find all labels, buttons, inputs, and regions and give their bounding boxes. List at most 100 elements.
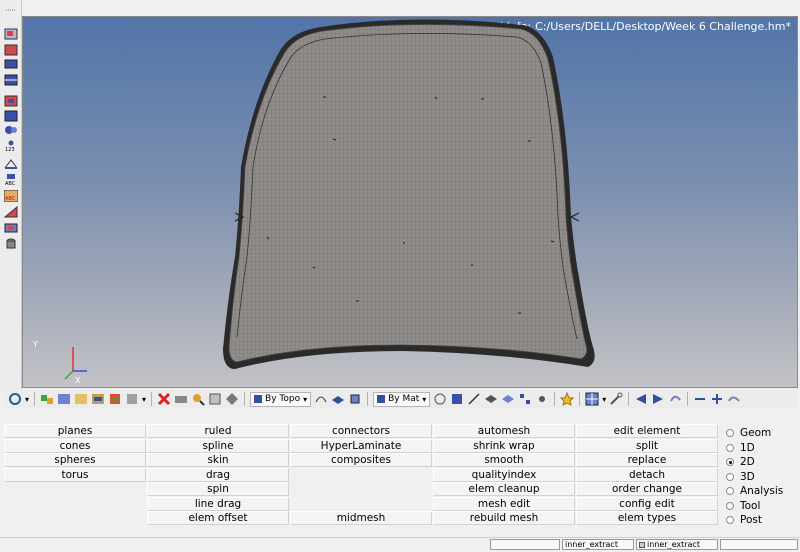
mesh-edit-button[interactable]: mesh edit <box>433 496 575 511</box>
materials-icon[interactable] <box>74 392 88 406</box>
torus-button[interactable]: torus <box>4 467 146 482</box>
zoom-in-icon[interactable] <box>710 392 724 406</box>
hyperlaminate-button[interactable]: HyperLaminate <box>290 438 432 453</box>
color-by-mat-dropdown[interactable]: By Mat ▾ <box>373 391 431 407</box>
graphics-options-icon[interactable] <box>4 124 18 136</box>
rotate-options-dropdown[interactable]: ▾ <box>25 392 29 407</box>
radio-button-icon[interactable] <box>726 472 734 481</box>
comp-label-icon[interactable]: ABC <box>4 190 18 202</box>
system-collectors-icon[interactable] <box>125 392 139 406</box>
rotate-view-icon[interactable] <box>8 392 22 406</box>
shaded-geometry-icon[interactable] <box>331 392 345 406</box>
replace-button[interactable]: replace <box>576 453 718 467</box>
shaded-elements-icon[interactable] <box>450 392 464 406</box>
panel-empty-slot <box>290 468 432 482</box>
connectors-button[interactable]: connectors <box>290 424 432 438</box>
clip-plane-icon[interactable] <box>4 206 18 218</box>
composites-button[interactable]: composites <box>290 453 432 467</box>
ruled-button[interactable]: ruled <box>147 424 289 438</box>
spin-button[interactable]: spin <box>147 482 289 496</box>
previous-view-icon[interactable] <box>634 392 648 406</box>
page-radio-tool[interactable]: Tool <box>726 499 800 514</box>
radio-button-icon[interactable] <box>726 458 734 467</box>
detach-button[interactable]: detach <box>576 467 718 482</box>
hood-mesh-model[interactable] <box>23 17 798 388</box>
view-plane-icon[interactable] <box>4 44 18 56</box>
properties-icon[interactable] <box>91 392 105 406</box>
automesh-button[interactable]: automesh <box>433 424 575 438</box>
page-radio-1d[interactable]: 1D <box>726 441 800 456</box>
midmesh-button[interactable]: midmesh <box>290 511 432 525</box>
section-cut-icon[interactable] <box>4 222 18 234</box>
feature-lines-icon[interactable] <box>484 392 498 406</box>
elem-offset-button[interactable]: elem offset <box>147 511 289 525</box>
color-by-topo-dropdown[interactable]: By Topo ▾ <box>250 391 312 407</box>
geometry-display-icon[interactable] <box>314 392 328 406</box>
favorites-star-icon[interactable] <box>560 392 575 406</box>
mask-icon[interactable] <box>174 392 188 406</box>
wireframe-icon[interactable] <box>433 392 447 406</box>
grid-layout-icon[interactable] <box>585 392 599 406</box>
view-side-icon[interactable] <box>4 58 18 70</box>
cylinder-icon[interactable] <box>4 238 18 250</box>
split-button[interactable]: split <box>576 438 718 453</box>
reverse-icon[interactable] <box>208 392 222 406</box>
elem-types-button[interactable]: elem types <box>576 511 718 525</box>
order-change-button[interactable]: order change <box>576 482 718 496</box>
svg-text:ABC: ABC <box>5 196 16 202</box>
planes-button[interactable]: planes <box>4 424 146 438</box>
collectors-dropdown[interactable]: ▾ <box>142 392 146 407</box>
cones-button[interactable]: cones <box>4 438 146 453</box>
spheres-button[interactable]: spheres <box>4 453 146 467</box>
page-radio-post[interactable]: Post <box>726 513 800 528</box>
redo-view-icon[interactable] <box>727 392 741 406</box>
graphics-viewport[interactable]: Model Info:C:/Users/DELL/Desktop/Week 6 … <box>22 16 798 388</box>
qualityindex-button[interactable]: qualityindex <box>433 467 575 482</box>
zoom-out-icon[interactable] <box>693 392 707 406</box>
next-view-icon[interactable] <box>651 392 665 406</box>
config-edit-button[interactable]: config edit <box>576 496 718 511</box>
solid-geometry-icon[interactable] <box>348 392 362 406</box>
radio-button-icon[interactable] <box>726 443 734 452</box>
toolbar-separator <box>687 392 689 406</box>
element-handles-icon[interactable] <box>518 392 532 406</box>
node-display-icon[interactable] <box>535 392 549 406</box>
numbers-icon[interactable]: 123 <box>4 140 18 152</box>
page-radio-analysis[interactable]: Analysis <box>726 484 800 499</box>
page-radio-3d[interactable]: 3D <box>726 470 800 485</box>
view-bottom-icon[interactable] <box>4 110 18 122</box>
page-radio-geom[interactable]: Geom <box>726 426 800 441</box>
delete-icon[interactable] <box>157 392 171 406</box>
element-edges-icon[interactable] <box>467 392 481 406</box>
radio-button-icon[interactable] <box>726 516 734 525</box>
assemblies-icon[interactable] <box>57 392 71 406</box>
edit-element-button[interactable]: edit element <box>576 424 718 438</box>
view-cube-icon[interactable] <box>4 28 18 40</box>
page-radio-2d[interactable]: 2D <box>726 455 800 470</box>
view-iso-icon[interactable] <box>4 95 18 107</box>
elem-cleanup-button[interactable]: elem cleanup <box>433 482 575 496</box>
measure-icon[interactable] <box>4 158 18 170</box>
drag-button[interactable]: drag <box>147 467 289 482</box>
find-icon[interactable] <box>191 392 205 406</box>
wrench-icon[interactable] <box>609 392 623 406</box>
view-front-icon[interactable] <box>4 74 18 86</box>
display-all-icon[interactable] <box>225 392 239 406</box>
label-abc-icon[interactable]: ABC <box>4 174 18 186</box>
skin-button[interactable]: skin <box>147 453 289 467</box>
rebuild-mesh-button[interactable]: rebuild mesh <box>433 511 575 525</box>
layout-dropdown[interactable]: ▾ <box>602 392 606 407</box>
radio-button-icon[interactable] <box>726 501 734 510</box>
smooth-button[interactable]: smooth <box>433 453 575 467</box>
shrink-elements-icon[interactable] <box>501 392 515 406</box>
panel-empty-slot <box>290 482 432 496</box>
spline-button[interactable]: spline <box>147 438 289 453</box>
shrink-wrap-button[interactable]: shrink wrap <box>433 438 575 453</box>
radio-button-icon[interactable] <box>726 429 734 438</box>
load-collectors-icon[interactable] <box>108 392 122 406</box>
line-drag-button[interactable]: line drag <box>147 496 289 511</box>
undo-view-icon[interactable] <box>668 392 682 406</box>
radio-button-icon[interactable] <box>726 487 734 496</box>
comps-icon[interactable] <box>40 392 54 406</box>
page-radio-label: Post <box>740 514 762 527</box>
